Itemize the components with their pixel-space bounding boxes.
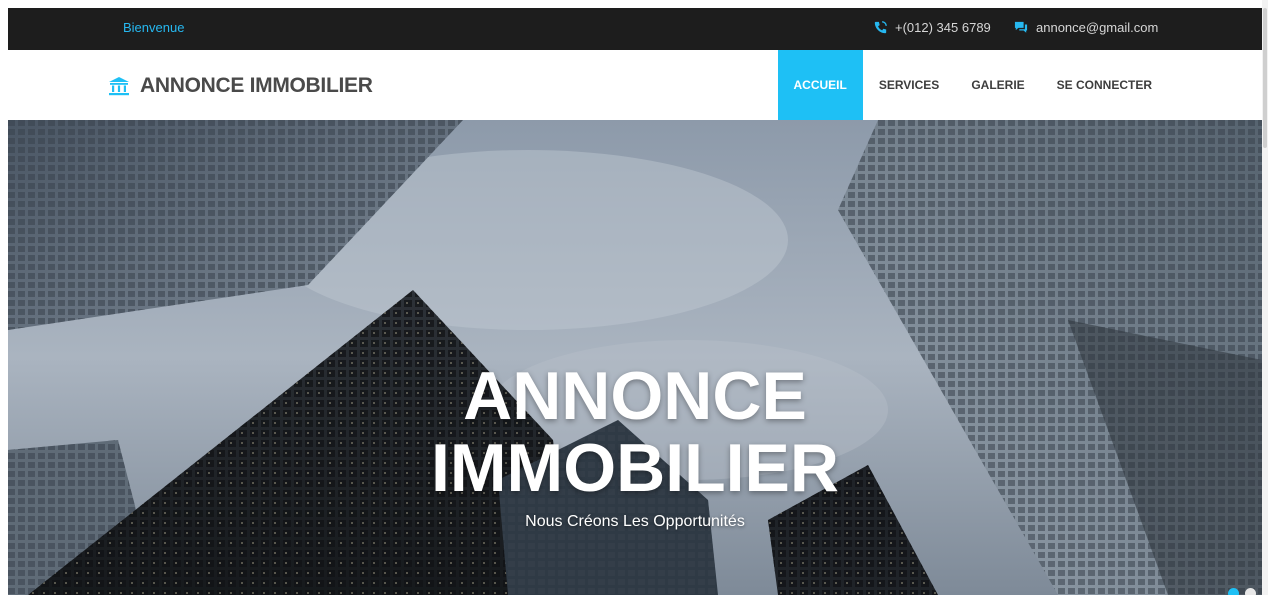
phone-number: +(012) 345 6789: [895, 20, 991, 35]
carousel-dot-2[interactable]: [1245, 588, 1256, 595]
phone-icon: [874, 21, 887, 34]
carousel-dot-1[interactable]: [1228, 588, 1239, 595]
email-address: annonce@gmail.com: [1036, 20, 1159, 35]
scrollbar-thumb[interactable]: [1263, 8, 1267, 148]
main-navbar: ANNONCE IMMOBILIER ACCUEIL SERVICES GALE…: [8, 50, 1262, 120]
hero-subtitle: Nous Créons Les Opportunités: [525, 513, 745, 530]
nav-item-accueil[interactable]: ACCUEIL: [777, 50, 863, 120]
nav-item-galerie[interactable]: GALERIE: [955, 50, 1040, 120]
phone-contact[interactable]: +(012) 345 6789: [874, 20, 991, 35]
email-contact[interactable]: annonce@gmail.com: [1014, 20, 1158, 35]
welcome-text: Bienvenue: [123, 20, 185, 35]
bank-icon: [109, 77, 129, 96]
hero-carousel: ANNONCE IMMOBILIER Nous Créons Les Oppor…: [8, 120, 1262, 595]
nav-item-se-connecter[interactable]: SE CONNECTER: [1041, 50, 1168, 120]
top-bar: Bienvenue +(012) 345 6789 annonce@gmail.…: [8, 8, 1262, 50]
nav-item-services[interactable]: SERVICES: [863, 50, 955, 120]
chat-icon: [1014, 21, 1028, 33]
nav-menu: ACCUEIL SERVICES GALERIE SE CONNECTER: [777, 50, 1169, 120]
hero-title-line-1: ANNONCE: [463, 358, 807, 434]
hero-title-line-2: IMMOBILIER: [431, 430, 839, 506]
brand-logo[interactable]: ANNONCE IMMOBILIER: [108, 74, 373, 98]
carousel-dots: [1228, 588, 1262, 595]
page-scrollbar[interactable]: [1262, 0, 1268, 595]
page: Bienvenue +(012) 345 6789 annonce@gmail.…: [8, 8, 1262, 595]
brand-name: ANNONCE IMMOBILIER: [140, 74, 373, 97]
